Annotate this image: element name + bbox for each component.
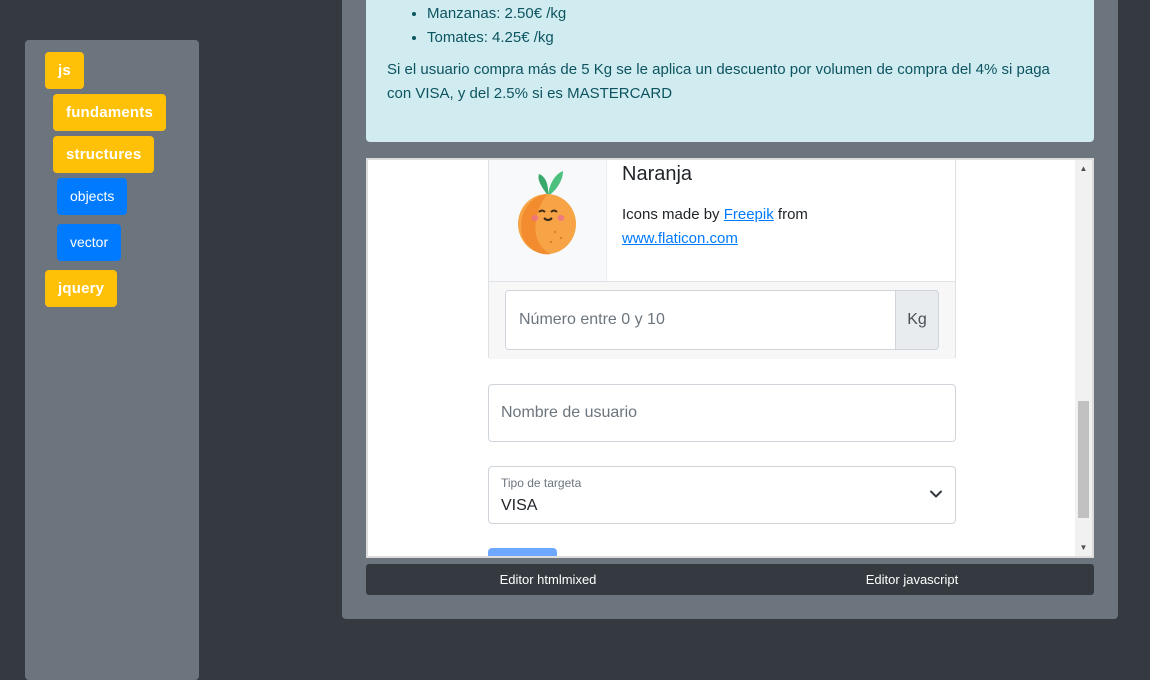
username-input[interactable]: Nombre de usuario [488, 384, 956, 442]
discount-description: Si el usuario compra más de 5 Kg se le a… [387, 61, 1050, 102]
card-type-select[interactable]: Tipo de targeta VISA [488, 466, 956, 524]
product-card: Naranja Icons made by Freepik from www.f… [488, 160, 956, 359]
freepik-link[interactable]: Freepik [724, 206, 774, 223]
sidebar-item-vector[interactable]: vector [57, 224, 122, 261]
sidebar-item-jquery[interactable]: jquery [45, 270, 118, 307]
card-footer: Número entre 0 y 10 Kg [489, 281, 955, 359]
credit-prefix: Icons made by [622, 206, 724, 223]
kg-unit-addon: Kg [895, 290, 939, 350]
sidebar-item-fundaments[interactable]: fundaments [53, 94, 167, 131]
exercise-info-alert: Manzanas: 2.50€ /kg Tomates: 4.25€ /kg S… [366, 0, 1094, 142]
scroll-down-arrow-icon[interactable]: ▼ [1075, 539, 1092, 556]
credit-mid: from [773, 206, 808, 223]
price-list: Manzanas: 2.50€ /kg Tomates: 4.25€ /kg [387, 2, 566, 50]
scrollbar-thumb[interactable] [1078, 401, 1089, 518]
icon-credit: Icons made by Freepik from www.flaticon.… [622, 203, 842, 251]
frame-scrollbar[interactable]: ▲ ▼ [1075, 160, 1092, 556]
card-title: Naranja [622, 163, 693, 185]
price-list-item: Manzanas: 2.50€ /kg [427, 2, 566, 26]
price-list-item: Tomates: 4.25€ /kg [427, 26, 566, 50]
chevron-down-icon [930, 490, 942, 498]
flaticon-link[interactable]: www.flaticon.com [622, 230, 738, 247]
sidebar: js fundaments structures objects vector … [25, 40, 199, 680]
scroll-up-arrow-icon[interactable]: ▲ [1075, 160, 1092, 177]
sidebar-item-structures[interactable]: structures [53, 136, 155, 173]
orange-fruit-icon [518, 171, 576, 255]
card-body: Naranja Icons made by Freepik from www.f… [606, 160, 955, 281]
product-image [489, 160, 606, 281]
sidebar-item-js[interactable]: js [45, 52, 84, 89]
kg-quantity-input[interactable]: Número entre 0 y 10 [505, 290, 896, 350]
card-type-label: Tipo de targeta [501, 476, 582, 490]
tab-editor-javascript[interactable]: Editor javascript [730, 564, 1094, 595]
main-panel: Manzanas: 2.50€ /kg Tomates: 4.25€ /kg S… [342, 0, 1118, 619]
editor-tabs: Editor htmlmixed Editor javascript [366, 564, 1094, 595]
submit-button[interactable] [488, 548, 557, 556]
sidebar-item-objects[interactable]: objects [57, 178, 128, 215]
tab-editor-htmlmixed[interactable]: Editor htmlmixed [366, 564, 730, 595]
preview-frame[interactable]: Naranja Icons made by Freepik from www.f… [366, 158, 1094, 558]
card-type-value: VISA [501, 497, 538, 514]
